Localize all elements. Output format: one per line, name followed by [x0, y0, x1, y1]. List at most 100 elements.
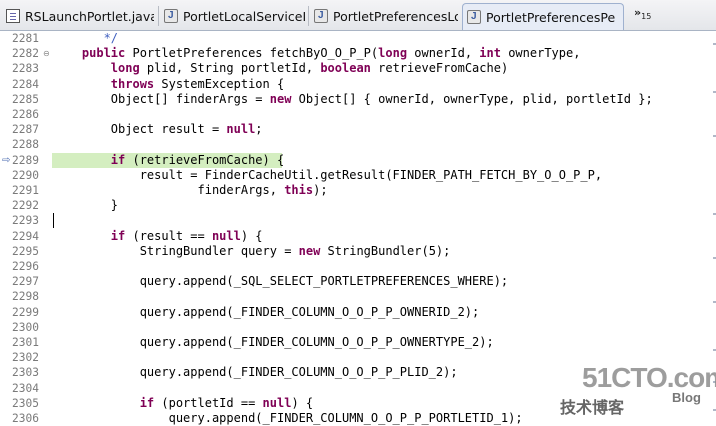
line-number: 2303	[12, 366, 39, 380]
java-class-icon	[467, 10, 481, 24]
tab-label: PortletPreferencesPe	[486, 9, 616, 25]
code-token: SystemException {	[154, 76, 285, 91]
code-token: query.append(_FINDER_COLUMN_O_O_P_P_OWNE…	[53, 335, 494, 349]
code-line[interactable]: query.append(_SQL_SELECT_PORTLETPREFEREN…	[53, 274, 508, 289]
keyword-token: if	[139, 395, 155, 410]
keyword-token: null	[262, 395, 292, 410]
line-number: 2296	[12, 260, 39, 273]
code-token: }	[53, 198, 119, 213]
line-number: 2281	[12, 32, 39, 45]
keyword-token: public	[81, 46, 126, 61]
code-token: ownerId,	[407, 46, 480, 61]
line-number: 2289	[12, 153, 39, 167]
tab-label: RSLaunchPortlet.java	[25, 8, 154, 24]
editor-tab-bar: RSLaunchPortlet.java PortletLocalService…	[0, 0, 716, 31]
tab-portletpreferencespe[interactable]: PortletPreferencesPe	[462, 3, 624, 30]
line-number: 2301	[12, 336, 39, 349]
code-line[interactable]: */	[53, 31, 118, 46]
code-line[interactable]: public PortletPreferences fetchByO_O_P_P…	[53, 46, 581, 61]
fold-toggle-icon[interactable]: ⊖	[43, 46, 50, 61]
line-number: 2285	[12, 92, 39, 106]
code-editor[interactable]: 2281 */ 2282 ⊖ public PortletPreferences f…	[0, 31, 716, 425]
line-number: 2299	[12, 305, 39, 319]
code-line[interactable]: Object[] finderArgs = new Object[] { own…	[53, 92, 653, 107]
code-token: Object[] finderArgs =	[53, 91, 270, 106]
code-line[interactable]: query.append(_FINDER_COLUMN_O_O_P_P_PORT…	[53, 411, 523, 426]
code-line[interactable]: throws SystemException {	[53, 77, 284, 92]
tab-portletpreferenceslo[interactable]: PortletPreferencesLo	[310, 4, 458, 28]
keyword-token: if	[110, 228, 126, 243]
code-line[interactable]: Object result = null;	[53, 122, 263, 137]
code-line[interactable]: if (portletId == null) {	[53, 396, 313, 411]
code-line[interactable]: query.append(_FINDER_COLUMN_O_O_P_P_OWNE…	[53, 304, 480, 320]
code-token: retrieveFromCache)	[370, 61, 509, 76]
code-line[interactable]: if (result == null) {	[53, 229, 263, 244]
tab-label: PortletPreferencesLo	[333, 8, 458, 24]
code-token: finderArgs,	[53, 183, 285, 197]
keyword-token: long	[378, 46, 408, 61]
keyword-token: new	[298, 243, 321, 258]
line-number: 2287	[12, 123, 39, 137]
code-token: (result ==	[125, 228, 212, 243]
code-token: PortletPreferences fetchByO_O_P_P(	[125, 46, 379, 61]
line-number: 2295	[12, 244, 39, 258]
keyword-token: new	[269, 91, 292, 106]
code-line[interactable]: }	[53, 198, 118, 213]
code-line[interactable]: if (retrieveFromCache) {	[53, 153, 284, 168]
code-token: (retrieveFromCache) {	[125, 152, 285, 167]
code-token: query.append(_FINDER_COLUMN_O_O_P_P_PLID…	[53, 365, 458, 380]
text-caret	[53, 213, 54, 229]
code-token: query.append(_FINDER_COLUMN_O_O_P_P_OWNE…	[53, 304, 480, 319]
keyword-token: boolean	[320, 61, 371, 76]
keyword-token: throws	[110, 76, 155, 91]
line-number: 2284	[12, 77, 39, 91]
keyword-token: long	[110, 61, 140, 76]
line-number: 2293	[12, 214, 39, 228]
keyword-token: if	[110, 152, 126, 167]
code-line[interactable]: finderArgs, this);	[53, 183, 328, 198]
line-number: 2298	[12, 290, 39, 304]
line-number: 2291	[12, 184, 39, 197]
code-token: Object[] { ownerId, ownerType, plid, por…	[291, 91, 653, 106]
comment-token: */	[53, 31, 119, 45]
tab-rslaunchportlet[interactable]: RSLaunchPortlet.java	[2, 4, 154, 28]
tab-overflow-button[interactable]: »15	[634, 6, 651, 21]
code-line[interactable]: query.append(_FINDER_COLUMN_O_O_P_P_OWNE…	[53, 335, 494, 350]
line-number: 2290	[12, 168, 39, 182]
keyword-token: null	[211, 228, 241, 243]
code-line[interactable]: result = FinderCacheUtil.getResult(FINDE…	[53, 168, 602, 183]
line-number: 2283	[12, 62, 39, 76]
code-token: StringBundler(5);	[320, 243, 451, 258]
code-token: Object result =	[53, 122, 227, 137]
code-token: );	[313, 183, 328, 197]
line-number: 2292	[12, 199, 39, 213]
java-class-icon	[164, 9, 178, 23]
code-line[interactable]: query.append(_FINDER_COLUMN_O_O_P_P_PLID…	[53, 365, 458, 380]
hidden-tab-count: 15	[641, 12, 652, 22]
line-number: 2304	[12, 381, 39, 395]
code-token: query.append(_FINDER_COLUMN_O_O_P_P_PORT…	[53, 411, 523, 425]
code-line[interactable]: long plid, String portletId, boolean ret…	[53, 61, 508, 76]
keyword-token: this	[284, 183, 314, 197]
keyword-token: int	[479, 46, 501, 61]
code-token: (portletId ==	[154, 395, 263, 410]
line-number: 2306	[12, 412, 39, 425]
code-token: plid, String portletId,	[139, 61, 321, 76]
code-line[interactable]: StringBundler query = new StringBundler(…	[53, 243, 451, 259]
current-instruction-arrow-icon: ⇨	[2, 154, 11, 166]
line-number: 2294	[12, 229, 39, 243]
java-class-icon	[314, 9, 328, 23]
tab-portletlocalservicei[interactable]: PortletLocalServiceI	[160, 4, 306, 28]
line-number: 2297	[12, 275, 39, 289]
line-number: 2300	[12, 320, 39, 334]
code-token: ownerType,	[500, 46, 581, 61]
code-token: ) {	[240, 228, 263, 243]
code-token: ) {	[291, 395, 314, 410]
line-number: 2302	[12, 351, 39, 365]
